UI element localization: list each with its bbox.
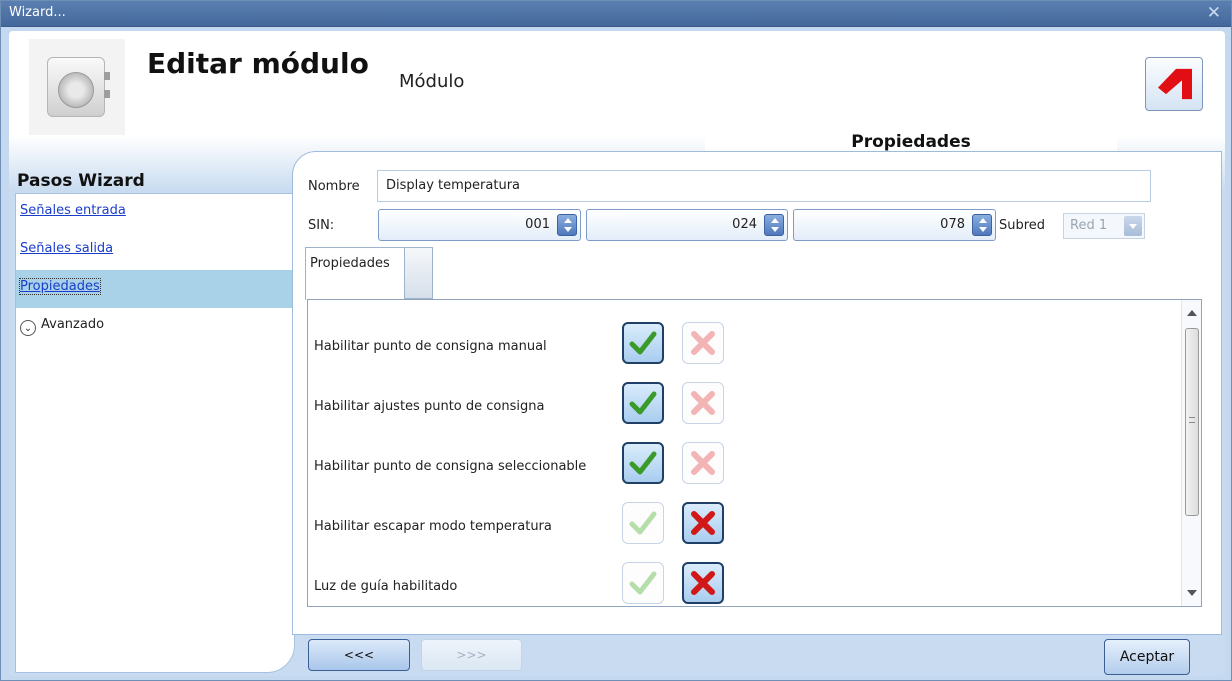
disable-cross-button[interactable] bbox=[682, 322, 724, 364]
vertical-scrollbar[interactable] bbox=[1181, 300, 1201, 606]
stepper-arrows-icon[interactable] bbox=[557, 214, 577, 236]
scrollbar-thumb[interactable] bbox=[1185, 328, 1199, 516]
subnet-select[interactable]: Red 1 bbox=[1063, 213, 1145, 239]
check-icon bbox=[629, 451, 657, 475]
property-row: Habilitar ajustes punto de consigna bbox=[308, 370, 1178, 430]
sin-value-3[interactable]: 078 bbox=[940, 217, 965, 232]
stepper-arrows-icon[interactable] bbox=[972, 214, 992, 236]
stepper-arrows-icon[interactable] bbox=[764, 214, 784, 236]
cross-icon bbox=[691, 331, 715, 355]
cross-icon bbox=[691, 571, 715, 595]
close-icon[interactable]: ✕ bbox=[1207, 3, 1221, 23]
enable-check-button[interactable] bbox=[622, 562, 664, 604]
property-row: Luz de guía habilitado bbox=[308, 550, 1178, 610]
step-senales-salida[interactable]: Señales salida bbox=[16, 232, 294, 270]
check-icon bbox=[629, 511, 657, 535]
step-propiedades[interactable]: Propiedades bbox=[16, 270, 294, 308]
page-title: Editar módulo bbox=[147, 47, 369, 80]
subnet-value[interactable]: Red 1 bbox=[1070, 218, 1107, 233]
property-row: Habilitar punto de consigna seleccionabl… bbox=[308, 430, 1178, 490]
property-label: Habilitar ajustes punto de consigna bbox=[314, 399, 545, 414]
window-title: Wizard... bbox=[9, 5, 66, 20]
step-label[interactable]: Avanzado bbox=[41, 317, 104, 332]
next-step-button[interactable]: >>> bbox=[421, 639, 522, 671]
title-bar: Wizard... ✕ bbox=[1, 1, 1231, 27]
check-icon bbox=[629, 571, 657, 595]
cross-icon bbox=[691, 451, 715, 475]
chevron-down-icon[interactable]: ⌄ bbox=[20, 320, 36, 336]
chevron-down-icon[interactable] bbox=[1124, 216, 1142, 236]
enable-check-button[interactable] bbox=[622, 442, 664, 484]
previous-step-button[interactable]: <<< bbox=[308, 639, 410, 671]
disable-cross-button[interactable] bbox=[682, 502, 724, 544]
scroll-up-icon[interactable] bbox=[1187, 310, 1197, 316]
check-icon bbox=[629, 331, 657, 355]
sin-stepper-1[interactable]: 001 bbox=[378, 209, 581, 241]
disable-cross-button[interactable] bbox=[682, 562, 724, 604]
module-device-image bbox=[29, 39, 125, 135]
property-label: Luz de guía habilitado bbox=[314, 579, 458, 594]
steps-title: Pasos Wizard bbox=[17, 171, 145, 191]
sin-stepper-3[interactable]: 078 bbox=[793, 209, 996, 241]
inner-tab-scroll[interactable] bbox=[405, 247, 433, 299]
property-label: Habilitar punto de consigna seleccionabl… bbox=[314, 459, 587, 474]
check-icon bbox=[629, 391, 657, 415]
inner-tab-propiedades[interactable]: Propiedades bbox=[305, 247, 405, 300]
accept-button[interactable]: Aceptar bbox=[1104, 639, 1190, 675]
brand-logo-icon bbox=[1145, 57, 1203, 111]
page-subtitle: Módulo bbox=[399, 71, 465, 92]
property-label: Habilitar escapar modo temperatura bbox=[314, 519, 552, 534]
enable-check-button[interactable] bbox=[622, 322, 664, 364]
property-row: Habilitar punto de consigna manual bbox=[308, 310, 1178, 370]
wizard-steps-list: Señales entrada Señales salida Propiedad… bbox=[15, 193, 295, 673]
sin-value-1[interactable]: 001 bbox=[525, 217, 550, 232]
disable-cross-button[interactable] bbox=[682, 382, 724, 424]
name-label: Nombre bbox=[308, 179, 360, 194]
property-row: Habilitar escapar modo temperatura bbox=[308, 490, 1178, 550]
enable-check-button[interactable] bbox=[622, 382, 664, 424]
step-label[interactable]: Propiedades bbox=[19, 278, 101, 295]
step-label[interactable]: Señales salida bbox=[20, 241, 113, 256]
scroll-down-icon[interactable] bbox=[1187, 590, 1197, 596]
step-label[interactable]: Señales entrada bbox=[20, 203, 126, 218]
cross-icon bbox=[691, 511, 715, 535]
step-avanzado[interactable]: ⌄ Avanzado bbox=[16, 308, 294, 346]
name-field[interactable]: Display temperatura bbox=[377, 170, 1151, 202]
wizard-window: Wizard... ✕ Editar módulo Módulo Propied… bbox=[0, 0, 1232, 681]
cross-icon bbox=[691, 391, 715, 415]
disable-cross-button[interactable] bbox=[682, 442, 724, 484]
subnet-label: Subred bbox=[999, 218, 1046, 233]
sin-stepper-2[interactable]: 024 bbox=[586, 209, 788, 241]
step-senales-entrada[interactable]: Señales entrada bbox=[16, 194, 294, 232]
properties-list: Habilitar punto de consigna manual Habil… bbox=[307, 299, 1202, 607]
sin-value-2[interactable]: 024 bbox=[732, 217, 757, 232]
enable-check-button[interactable] bbox=[622, 502, 664, 544]
property-label: Habilitar punto de consigna manual bbox=[314, 339, 547, 354]
sin-label: SIN: bbox=[308, 218, 335, 233]
